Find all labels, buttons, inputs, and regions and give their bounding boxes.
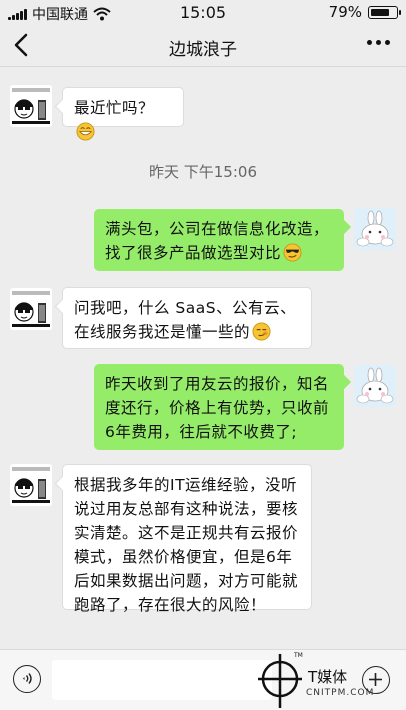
contact-avatar[interactable]: [10, 85, 52, 127]
my-avatar[interactable]: [354, 208, 396, 250]
contact-avatar[interactable]: [10, 288, 52, 330]
battery-icon: [368, 5, 401, 19]
more-icon[interactable]: [367, 40, 390, 45]
my-avatar[interactable]: [354, 365, 396, 407]
status-bar: 中国联通 15:05 79%: [0, 0, 406, 26]
grin-emoji-icon: [76, 122, 95, 141]
message-text: 最近忙吗？: [74, 99, 155, 117]
bunny-avatar-icon: [354, 208, 396, 250]
input-bar: TM T媒体 CNITPM.COM: [0, 649, 406, 710]
chat-title: 边城浪子: [169, 40, 237, 60]
message-text: 昨天收到了用友云的报价，知名度还行，价格上有优势，只收前6年费用，往后就不收费了…: [105, 375, 330, 441]
message-bubble[interactable]: 昨天收到了用友云的报价，知名度还行，价格上有优势，只收前6年费用，往后就不收费了…: [94, 364, 344, 450]
message-bubble[interactable]: 问我吧，什么 SaaS、公有云、在线服务我还是懂一些的: [62, 287, 312, 349]
smirk-emoji-icon: [252, 322, 271, 341]
watermark-badge: TM: [294, 652, 303, 659]
panda-meme-avatar-icon: [10, 85, 52, 127]
message-input[interactable]: [52, 660, 272, 700]
message-bubble[interactable]: 满头包，公司在做信息化改造，找了很多产品做选型对比: [94, 209, 344, 271]
contact-avatar[interactable]: [10, 464, 52, 506]
panda-meme-avatar-icon: [10, 464, 52, 506]
status-right: 79%: [328, 3, 401, 21]
watermark-text: T媒体: [308, 668, 348, 686]
nav-bar: 边城浪子: [0, 26, 406, 67]
watermark: TM T媒体 CNITPM.COM: [256, 652, 406, 710]
message-bubble[interactable]: 根据我多年的IT运维经验，没听说过用友总部有这种说法，要核实清楚。这不是正规共有…: [62, 464, 312, 614]
cool-emoji-icon: [283, 243, 302, 262]
tmedia-logo-icon: [258, 654, 302, 708]
chat-area[interactable]: 最近忙吗？ 昨天 下午15:06 满头包，公司在做信息化改造，找了很多产品做选型…: [0, 67, 406, 647]
battery-percent: 79%: [328, 3, 362, 21]
message-bubble[interactable]: 最近忙吗？: [62, 87, 184, 141]
voice-icon[interactable]: [13, 665, 41, 693]
timestamp-label: 昨天 下午15:06: [149, 163, 257, 181]
message-text: 根据我多年的IT运维经验，没听说过用友总部有这种说法，要核实清楚。这不是正规共有…: [74, 476, 299, 614]
bunny-avatar-icon: [354, 365, 396, 407]
panda-meme-avatar-icon: [10, 288, 52, 330]
plus-icon[interactable]: [362, 666, 390, 694]
